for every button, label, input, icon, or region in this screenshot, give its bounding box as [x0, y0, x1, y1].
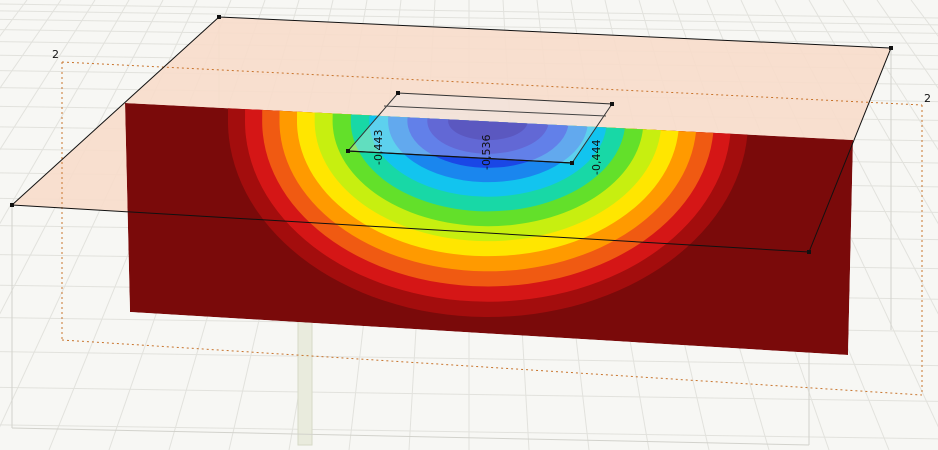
3d-viewport[interactable]: 2 2 -0,443 -0,536 -0,444 [0, 0, 938, 450]
section-marker-left: 2 [52, 48, 59, 61]
value-label-right: -0,444 [590, 140, 603, 175]
value-label-left: -0,443 [372, 130, 385, 165]
model-canvas[interactable]: 2 2 -0,443 -0,536 -0,444 [0, 0, 938, 450]
section-marker-right: 2 [924, 92, 931, 105]
value-label-center: -0,536 [480, 135, 493, 170]
